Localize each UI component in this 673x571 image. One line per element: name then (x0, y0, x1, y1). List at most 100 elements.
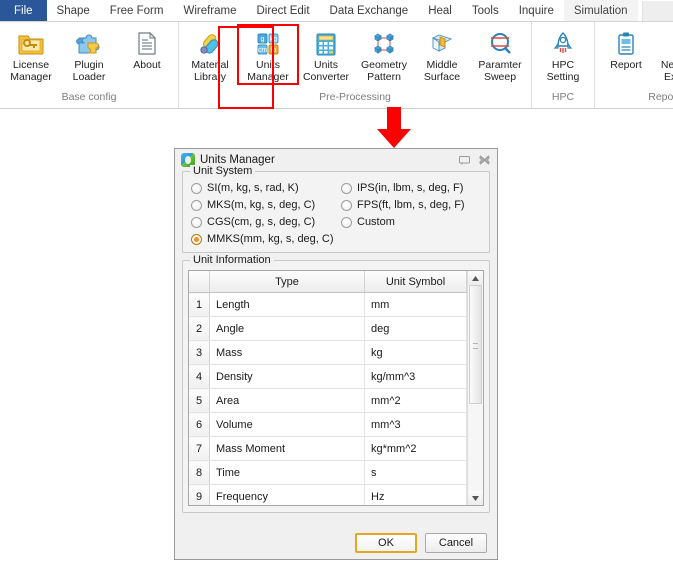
radio-si[interactable]: SI(m, kg, s, rad, K) (191, 182, 341, 194)
cell-type[interactable]: Density (209, 364, 365, 389)
table-header-type[interactable]: Type (209, 271, 365, 293)
ribbon-button-paramter-sweep[interactable]: Paramter Sweep (471, 26, 529, 83)
ribbon-group-hpc-items: HPC Setting (534, 22, 592, 89)
table-row[interactable]: 2 Angle deg (189, 316, 467, 341)
unit-information-table-wrap: Type Unit Symbol 1 Length mm 2 Angle deg… (188, 270, 484, 506)
puzzle-piece-icon (74, 28, 104, 58)
radio-cgs[interactable]: CGS(cm, g, s, deg, C) (191, 216, 341, 228)
cell-symbol[interactable]: kg/mm^3 (364, 364, 467, 389)
radio-dot (341, 199, 352, 211)
ribbon-button-geometry-pattern[interactable]: Geometry Pattern (355, 26, 413, 83)
radio-mmks[interactable]: MMKS(mm, kg, s, deg, C) (191, 233, 341, 245)
table-row[interactable]: 3 Mass kg (189, 340, 467, 365)
cell-type[interactable]: Mass Moment (209, 436, 365, 461)
ribbon-button-report-label: Report (610, 59, 642, 71)
radio-custom[interactable]: Custom (341, 216, 481, 228)
radio-dot (191, 216, 202, 228)
unit-information-table: Type Unit Symbol 1 Length mm 2 Angle deg… (189, 271, 467, 505)
units-tiles-icon: g kg cm lb (253, 28, 283, 58)
tab-inquire[interactable]: Inquire (509, 0, 564, 21)
middle-surface-icon (427, 28, 457, 58)
ribbon-group-base-config-items: License Manager Plugin Loader About (2, 22, 176, 89)
cell-symbol[interactable]: mm^3 (364, 412, 467, 437)
ribbon-button-new-function-expression[interactable]: fx New Function Expression▾ (655, 26, 673, 83)
ribbon-button-hpc-setting[interactable]: HPC Setting (534, 26, 592, 83)
cell-type[interactable]: Volume (209, 412, 365, 437)
ribbon-button-plugin-loader[interactable]: Plugin Loader (60, 26, 118, 83)
table-row[interactable]: 7 Mass Moment kg*mm^2 (189, 436, 467, 461)
cell-symbol[interactable]: kg*mm^2 (364, 436, 467, 461)
ribbon-group-report-items: Report fx New Function Expression▾ (597, 22, 673, 89)
table-vertical-scrollbar[interactable] (467, 271, 483, 505)
scroll-down-arrow-icon[interactable] (468, 491, 483, 505)
red-down-arrow (376, 107, 412, 149)
ribbon-button-units-manager[interactable]: g kg cm lb Units Manager (237, 24, 299, 85)
radio-mks-label: MKS(m, kg, s, deg, C) (207, 199, 316, 211)
cell-symbol[interactable]: s (364, 460, 467, 485)
cell-symbol[interactable]: Hz (364, 484, 467, 505)
ribbon-button-license-manager[interactable]: License Manager (2, 26, 60, 83)
cancel-button[interactable]: Cancel (425, 533, 487, 553)
dialog-body: Unit System SI(m, kg, s, rad, K) IPS(in,… (175, 165, 497, 513)
cell-symbol[interactable]: kg (364, 340, 467, 365)
units-manager-dialog: Units Manager Unit System SI(m, kg, s, r… (174, 148, 498, 560)
ribbon-button-units-converter[interactable]: Units Converter (297, 26, 355, 83)
ribbon-group-hpc: HPC Setting HPC (531, 22, 594, 108)
cell-type[interactable]: Time (209, 460, 365, 485)
table-row[interactable]: 5 Area mm^2 (189, 388, 467, 413)
table-row[interactable]: 1 Length mm (189, 292, 467, 317)
table-row[interactable]: 6 Volume mm^3 (189, 412, 467, 437)
tab-free-form[interactable]: Free Form (100, 0, 174, 21)
cell-type[interactable]: Frequency (209, 484, 365, 505)
tab-direct-edit-label: Direct Edit (256, 4, 310, 17)
ribbon-button-report[interactable]: Report (597, 26, 655, 72)
tab-simulation[interactable]: Simulation (563, 0, 638, 21)
ribbon-group-base-config-label: Base config (61, 91, 117, 103)
cell-symbol[interactable]: mm^2 (364, 388, 467, 413)
row-number: 5 (189, 388, 210, 413)
cell-type[interactable]: Area (209, 388, 365, 413)
ribbon-group-hpc-label: HPC (551, 91, 575, 103)
tab-heal[interactable]: Heal (418, 0, 462, 21)
table-header-unit-symbol[interactable]: Unit Symbol (364, 271, 467, 293)
cell-symbol[interactable]: mm (364, 292, 467, 317)
radio-si-label: SI(m, kg, s, rad, K) (207, 182, 299, 194)
radio-fps-label: FPS(ft, lbm, s, deg, F) (357, 199, 465, 211)
cell-type[interactable]: Mass (209, 340, 365, 365)
cell-type[interactable]: Angle (209, 316, 365, 341)
tab-tools-label: Tools (471, 4, 499, 17)
tab-direct-edit[interactable]: Direct Edit (247, 0, 320, 21)
cell-symbol[interactable]: deg (364, 316, 467, 341)
ribbon-group-base-config: License Manager Plugin Loader About Base… (0, 22, 178, 108)
ribbon-button-about[interactable]: About (118, 26, 176, 72)
tab-data-exchange[interactable]: Data Exchange (320, 0, 419, 21)
tab-file[interactable]: File (0, 0, 47, 21)
tab-tools[interactable]: Tools (462, 0, 509, 21)
minimize-icon[interactable] (455, 152, 473, 168)
ribbon-button-material-library[interactable]: Material Library (181, 26, 239, 83)
scrollbar-track[interactable] (468, 285, 483, 491)
tab-shape[interactable]: Shape (47, 0, 100, 21)
radio-custom-label: Custom (357, 216, 395, 228)
tab-inquire-label: Inquire (518, 4, 554, 17)
radio-fps[interactable]: FPS(ft, lbm, s, deg, F) (341, 199, 481, 211)
ribbon-button-new-function-expression-label: New Function Expression▾ (661, 58, 673, 83)
table-row[interactable]: 8 Time s (189, 460, 467, 485)
table-header-row: Type Unit Symbol (189, 271, 467, 293)
radio-ips[interactable]: IPS(in, lbm, s, deg, F) (341, 182, 481, 194)
table-row[interactable]: 9 Frequency Hz (189, 484, 467, 505)
close-icon[interactable] (475, 152, 493, 168)
scroll-up-arrow-icon[interactable] (468, 271, 483, 285)
ribbon-button-about-label: About (133, 59, 161, 71)
tab-shape-label: Shape (56, 4, 90, 17)
ok-button[interactable]: OK (355, 533, 417, 553)
row-number: 1 (189, 292, 210, 317)
cell-type[interactable]: Length (209, 292, 365, 317)
svg-text:g: g (261, 36, 265, 43)
tab-wireframe[interactable]: Wireframe (173, 0, 246, 21)
table-row[interactable]: 4 Density kg/mm^3 (189, 364, 467, 389)
scrollbar-thumb[interactable] (469, 285, 482, 405)
ribbon-button-middle-surface[interactable]: Middle Surface (413, 26, 471, 83)
table-header-rownum[interactable] (189, 271, 210, 293)
radio-mks[interactable]: MKS(m, kg, s, deg, C) (191, 199, 341, 211)
